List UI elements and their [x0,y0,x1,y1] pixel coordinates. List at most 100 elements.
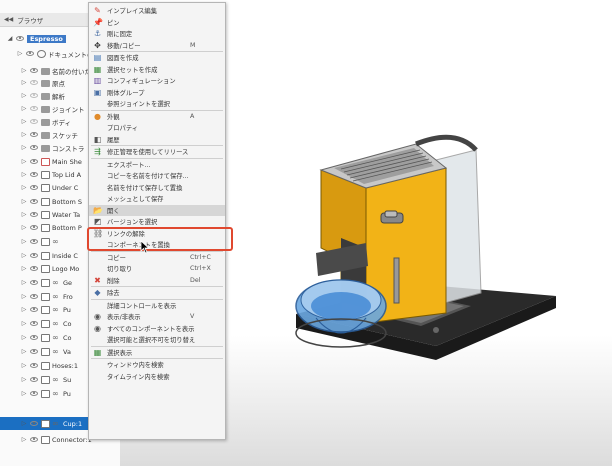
expand-toggle-icon[interactable]: ▷ [20,436,28,443]
expand-toggle-icon[interactable]: ▷ [20,334,28,341]
visibility-eye-icon[interactable] [30,238,39,245]
expand-toggle-icon[interactable]: ▷ [20,390,28,397]
expand-toggle-icon[interactable]: ▷ [20,320,28,327]
expand-toggle-icon[interactable]: ▷ [20,376,28,383]
expand-toggle-icon[interactable]: ▷ [20,420,28,427]
expand-toggle-icon[interactable]: ▷ [20,144,28,151]
visibility-eye-icon[interactable] [30,144,39,151]
visibility-eye-icon[interactable] [30,92,39,99]
expand-toggle-icon[interactable]: ▷ [20,67,28,74]
visibility-eye-icon[interactable] [30,171,39,178]
espresso-machine-model[interactable] [286,108,566,398]
visibility-eye-icon[interactable] [30,376,39,383]
menu-item[interactable]: ⚓ 剛に固定 [89,28,225,40]
expand-toggle-icon[interactable]: ▷ [20,238,28,245]
visibility-eye-icon[interactable] [30,320,39,327]
menu-item-shortcut: A [190,112,195,120]
menu-item[interactable]: 📌 ピン [89,17,225,29]
visibility-eye-icon[interactable] [30,79,39,86]
expand-toggle-icon[interactable]: ▷ [20,131,28,138]
menu-item[interactable]: ✎ インプレイス編集 [89,5,225,17]
visibility-eye-icon[interactable] [30,198,39,205]
menu-item[interactable]: ウィンドウ内を検索 [89,359,225,371]
menu-item[interactable]: ▤ 図面を作成 [89,52,225,64]
expand-toggle-icon[interactable]: ▷ [20,198,28,205]
eye-icon: ◉ [94,312,101,321]
expand-toggle-icon[interactable]: ▷ [16,50,24,57]
visibility-eye-icon[interactable] [30,293,39,300]
expand-toggle-icon[interactable]: ▷ [20,224,28,231]
expand-toggle-icon[interactable]: ▷ [20,211,28,218]
menu-item[interactable]: 切り取り Ctrl+X [89,263,225,275]
expand-toggle-icon[interactable]: ▷ [20,105,28,112]
visibility-eye-icon[interactable] [30,279,39,286]
visibility-eye-icon[interactable] [30,67,39,74]
visibility-eye-icon[interactable] [30,118,39,125]
expand-toggle-icon[interactable]: ▷ [20,252,28,259]
menu-item[interactable]: エクスポート... [89,159,225,171]
visibility-eye-icon[interactable] [30,362,39,369]
visibility-eye-icon[interactable] [30,131,39,138]
visibility-eye-icon[interactable] [30,334,39,341]
collapse-panel-icon[interactable]: ◀◀ [4,16,13,23]
menu-item[interactable]: ✥ 移動/コピー M [89,40,225,52]
menu-item[interactable]: ◩ バージョンを選択 [89,216,225,228]
expand-toggle-icon[interactable]: ▷ [20,279,28,286]
menu-item[interactable]: ▣ 剛体グループ [89,87,225,99]
menu-item-label: コンフィギュレーション [107,78,176,86]
menu-item[interactable]: 📂 開く [89,204,225,216]
menu-item[interactable]: ◧ 履歴 [89,134,225,146]
3d-viewport[interactable] [226,0,612,466]
expand-toggle-icon[interactable]: ▷ [20,306,28,313]
expand-toggle-icon[interactable]: ▷ [20,265,28,272]
component-icon [41,197,50,206]
menu-item[interactable]: メッシュとして保存 [89,193,225,205]
expand-toggle-icon[interactable]: ▷ [20,362,28,369]
menu-item[interactable]: 詳細コントロールを表示 [89,300,225,312]
visibility-eye-icon[interactable] [30,158,39,165]
expand-toggle-icon[interactable]: ▷ [20,348,28,355]
menu-item[interactable]: 選択可能と選択不可を切り替え [89,334,225,346]
expand-toggle-icon[interactable]: ◢ [6,35,14,42]
menu-item[interactable]: コピー Ctrl+C [89,252,225,264]
menu-item[interactable]: コピーを名前を付けて保存... [89,170,225,182]
component-icon [41,435,50,444]
visibility-eye-icon[interactable] [30,265,39,272]
menu-item[interactable]: ◉ 表示/非表示 V [89,311,225,323]
menu-item[interactable]: 参照ジョイントを選択 [89,98,225,110]
visibility-eye-icon[interactable] [30,306,39,313]
menu-item[interactable]: ◆ 除去 [89,287,225,299]
visibility-eye-icon[interactable] [30,105,39,112]
menu-item[interactable]: ▦ 選択セットを作成 [89,64,225,76]
expand-toggle-icon[interactable]: ▷ [20,92,28,99]
folder-icon [41,80,50,87]
show-all-icon: ◉ [94,323,101,333]
menu-item[interactable]: プロパティ [89,122,225,134]
menu-item[interactable]: ◉ すべてのコンポーネントを表示 [89,323,225,335]
expand-toggle-icon[interactable]: ▷ [20,158,28,165]
menu-item[interactable]: タイムライン内を検索 [89,371,225,383]
visibility-eye-icon[interactable] [30,390,39,397]
expand-toggle-icon[interactable]: ▷ [20,79,28,86]
visibility-eye-icon[interactable] [26,50,35,57]
menu-item[interactable]: 名前を付けて保存して置換 [89,182,225,194]
menu-item[interactable]: ▦ 選択表示 [89,347,225,359]
menu-item-label: メッシュとして保存 [107,196,164,204]
visibility-eye-icon[interactable] [30,184,39,191]
visibility-eye-icon[interactable] [30,348,39,355]
visibility-eye-icon[interactable] [30,224,39,231]
menu-item[interactable]: ● 外観 A [89,111,225,123]
menu-item[interactable]: ✖ 削除 Del [89,275,225,287]
expand-toggle-icon[interactable]: ▷ [20,118,28,125]
visibility-eye-icon[interactable] [30,436,39,443]
menu-item[interactable]: ▥ コンフィギュレーション [89,75,225,87]
visibility-eye-icon[interactable] [30,211,39,218]
browser-tree-label: Water Ta [52,210,81,219]
expand-toggle-icon[interactable]: ▷ [20,171,28,178]
visibility-eye-icon[interactable] [30,420,39,427]
expand-toggle-icon[interactable]: ▷ [20,293,28,300]
visibility-eye-icon[interactable] [30,252,39,259]
menu-item[interactable]: ⇶ 修正管理を使用してリリース [89,146,225,158]
visibility-eye-icon[interactable] [16,35,25,42]
expand-toggle-icon[interactable]: ▷ [20,184,28,191]
